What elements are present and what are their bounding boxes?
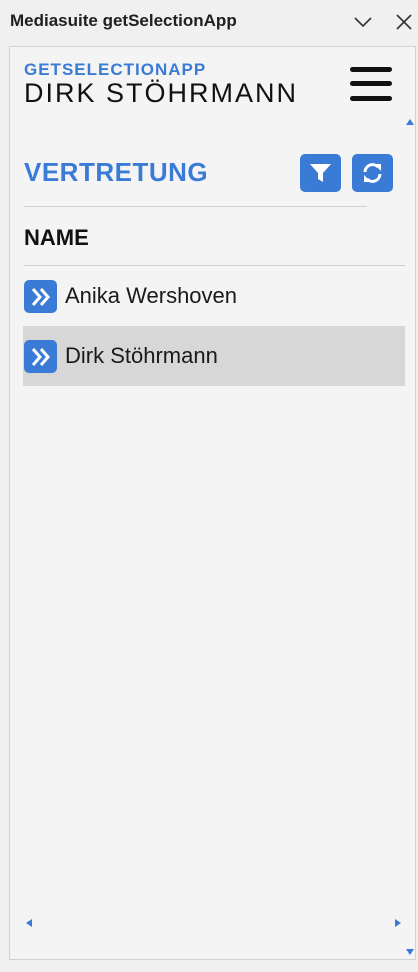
list-item-label: Anika Wershoven <box>65 283 238 308</box>
section-divider <box>24 206 367 207</box>
section-title: VERTRETUNG <box>24 157 209 187</box>
title-bar: Mediasuite getSelectionApp <box>0 0 418 44</box>
scroll-right-arrow-icon[interactable] <box>395 919 401 927</box>
app-name: GETSELECTIONAPP <box>24 60 207 79</box>
user-name: DIRK STÖHRMANN <box>24 78 299 108</box>
refresh-button[interactable] <box>352 154 393 192</box>
column-header-name: NAME <box>24 225 89 250</box>
scroll-down-arrow-icon[interactable] <box>406 949 414 955</box>
list-item-selected[interactable]: Dirk Stöhrmann <box>23 326 405 386</box>
close-icon[interactable] <box>394 12 414 32</box>
refresh-icon <box>363 163 382 183</box>
chevron-down-icon[interactable] <box>353 12 373 32</box>
scroll-up-arrow-icon[interactable] <box>406 119 414 125</box>
double-chevron-right-icon[interactable] <box>24 340 57 373</box>
scroll-left-arrow-icon[interactable] <box>26 919 32 927</box>
double-chevron-right-icon[interactable] <box>24 280 57 313</box>
list-item[interactable]: Anika Wershoven <box>23 266 405 326</box>
filter-button[interactable] <box>300 154 341 192</box>
window-title: Mediasuite getSelectionApp <box>10 11 237 30</box>
hamburger-menu-icon[interactable] <box>350 65 394 105</box>
task-pane: GETSELECTIONAPP DIRK STÖHRMANN VERTRETUN… <box>9 46 416 960</box>
list-item-label: Dirk Stöhrmann <box>65 343 218 368</box>
filter-icon <box>310 164 331 182</box>
